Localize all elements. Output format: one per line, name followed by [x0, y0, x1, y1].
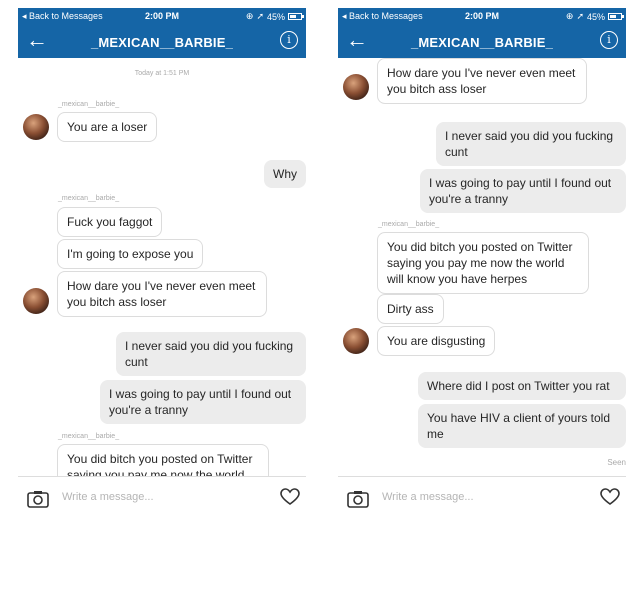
message-input[interactable]: Write a message...	[382, 491, 474, 503]
battery-percent: 45%	[266, 11, 285, 22]
heart-icon[interactable]	[600, 488, 620, 506]
chat-header: ← _MEXICAN__BARBIE_ i	[338, 24, 626, 58]
seen-receipt: Seen	[607, 458, 626, 467]
location-icon: ➚	[256, 11, 264, 21]
message-thread[interactable]: How dare you I've never even meet you bi…	[338, 58, 626, 476]
status-bar: ◂ Back to Messages 2:00 PM ⊕ ➚ 45%	[338, 8, 626, 24]
chat-screen-right: ◂ Back to Messages 2:00 PM ⊕ ➚ 45% ← _ME…	[338, 8, 626, 523]
message-bubble[interactable]: You did bitch you posted on Twitter sayi…	[57, 444, 269, 476]
heart-icon[interactable]	[280, 488, 300, 506]
sender-name: _mexican__barbie_	[378, 221, 440, 228]
message-bubble[interactable]: You did bitch you posted on Twitter sayi…	[377, 232, 589, 294]
message-bubble[interactable]: How dare you I've never even meet you bi…	[57, 271, 267, 317]
message-bubble[interactable]: Where did I post on Twitter you rat	[418, 372, 626, 400]
message-input[interactable]: Write a message...	[62, 491, 154, 503]
date-stamp: Today at 1:51 PM	[134, 70, 190, 77]
message-bubble[interactable]: You have HIV a client of yours told me	[418, 404, 626, 448]
avatar[interactable]	[343, 74, 369, 100]
message-thread[interactable]: Today at 1:51 PM _mexican__barbie_ You a…	[18, 58, 306, 476]
status-right: ⊕ ➚ 45%	[565, 11, 624, 22]
message-bubble[interactable]: You are a loser	[57, 112, 158, 142]
lock-rotation-icon: ⊕	[565, 11, 574, 21]
battery-percent: 45%	[586, 11, 605, 22]
battery-icon	[608, 13, 624, 20]
avatar[interactable]	[343, 328, 369, 354]
message-bubble[interactable]: I'm going to expose you	[57, 239, 204, 269]
message-composer: Write a message...	[18, 476, 306, 517]
camera-icon[interactable]	[27, 490, 49, 508]
location-icon: ➚	[576, 11, 584, 21]
message-bubble[interactable]: Dirty ass	[377, 294, 444, 324]
sender-name: _mexican__barbie_	[58, 195, 120, 202]
message-bubble[interactable]: Fuck you faggot	[57, 207, 163, 237]
chat-header: ← _MEXICAN__BARBIE_ i	[18, 24, 306, 58]
avatar[interactable]	[23, 288, 49, 314]
message-bubble[interactable]: Why	[264, 160, 306, 188]
message-bubble[interactable]: You are disgusting	[377, 326, 496, 356]
status-right: ⊕ ➚ 45%	[245, 11, 304, 22]
camera-icon[interactable]	[347, 490, 369, 508]
message-composer: Write a message...	[338, 476, 626, 517]
message-bubble[interactable]: I never said you did you fucking cunt	[436, 122, 626, 166]
message-bubble[interactable]: How dare you I've never even meet you bi…	[377, 58, 587, 104]
info-icon[interactable]: i	[280, 31, 298, 49]
sender-name: _mexican__barbie_	[58, 433, 120, 440]
message-bubble[interactable]: I was going to pay until I found out you…	[100, 380, 306, 424]
sender-name: _mexican__barbie_	[58, 101, 120, 108]
battery-icon	[288, 13, 304, 20]
chat-screen-left: ◂ Back to Messages 2:00 PM ⊕ ➚ 45% ← _ME…	[18, 8, 306, 523]
info-icon[interactable]: i	[600, 31, 618, 49]
avatar[interactable]	[23, 114, 49, 140]
status-bar: ◂ Back to Messages 2:00 PM ⊕ ➚ 45%	[18, 8, 306, 24]
chat-title: _MEXICAN__BARBIE_	[90, 35, 234, 50]
lock-rotation-icon: ⊕	[245, 11, 254, 21]
message-bubble[interactable]: I never said you did you fucking cunt	[116, 332, 306, 376]
chat-title: _MEXICAN__BARBIE_	[410, 35, 554, 50]
message-bubble[interactable]: I was going to pay until I found out you…	[420, 169, 626, 213]
